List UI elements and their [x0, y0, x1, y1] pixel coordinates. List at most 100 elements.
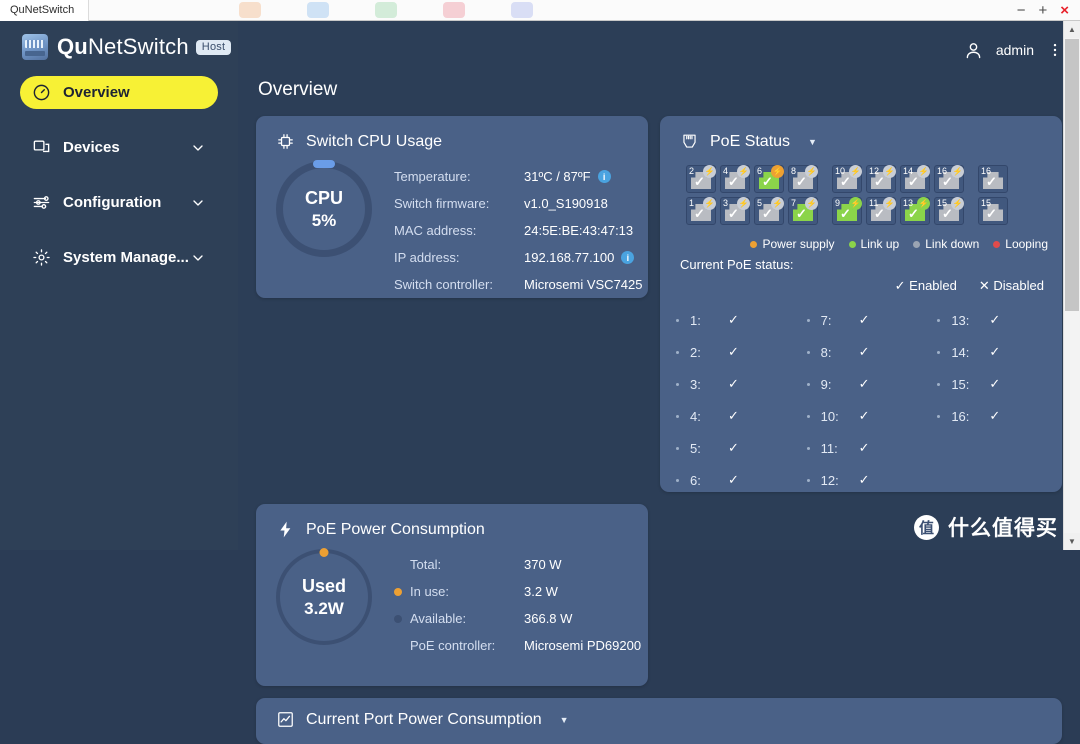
close-button[interactable]: × [1060, 3, 1069, 18]
poe-port-status-item: 11:✓ [805, 432, 932, 464]
poe-port-status-item: 2:✓ [674, 336, 801, 368]
browser-tab[interactable]: QuNetSwitch [0, 0, 89, 21]
info-key: Total: [394, 557, 524, 572]
info-row: IP address: 192.168.77.100 i [394, 244, 643, 271]
user-name[interactable]: admin [996, 42, 1034, 58]
info-row: Temperature: 31ºC / 87ºF i [394, 163, 643, 190]
port-tile[interactable]: 15✓⚡ [934, 197, 964, 225]
card-title: Current Port Power Consumption [306, 711, 542, 729]
sidebar-item-devices[interactable]: Devices [20, 131, 218, 164]
sidebar-item-label: Configuration [63, 194, 190, 211]
legend-item: Link down [913, 237, 979, 251]
info-key: Switch firmware: [394, 196, 524, 211]
scrollbar-thumb[interactable] [1065, 39, 1079, 311]
more-options-icon[interactable] [1046, 41, 1064, 59]
port-tile[interactable]: 7✓⚡ [788, 197, 818, 225]
disabled-key: ✕ Disabled [979, 278, 1044, 294]
bullet-dot [807, 447, 810, 450]
user-avatar-icon[interactable] [963, 40, 984, 61]
maximize-button[interactable]: + [1038, 3, 1047, 18]
port-tile[interactable]: 9✓⚡ [832, 197, 862, 225]
info-key: Available: [394, 611, 524, 626]
poe-bolt-icon: ⚡ [849, 197, 862, 210]
port-tile[interactable]: 11✓⚡ [866, 197, 896, 225]
legend-dot [750, 241, 757, 248]
poe-port-number: 12: [821, 473, 859, 488]
ghost-icon-2 [307, 2, 329, 18]
poe-status-card: PoE Status ▼ 2✓⚡4✓⚡6✓⚡8✓⚡1✓⚡3✓⚡5✓⚡7✓⚡ 10… [660, 116, 1062, 492]
check-icon: ✓ [840, 207, 851, 220]
poe-bolt-icon: ⚡ [703, 165, 716, 178]
bullet-dot [807, 479, 810, 482]
poe-port-number: 4: [690, 409, 728, 424]
poe-bolt-icon: ⚡ [883, 197, 896, 210]
poe-bolt-icon: ⚡ [951, 197, 964, 210]
topbar: admin [238, 21, 1080, 79]
legend-label: Link up [861, 237, 900, 251]
poe-port-status-item: 14:✓ [935, 336, 1062, 368]
chevron-down-icon[interactable] [190, 140, 206, 156]
info-row: PoE controller: Microsemi PD69200 [394, 632, 641, 659]
gauge-icon [32, 83, 54, 102]
check-icon: ✓ [728, 472, 739, 488]
ghost-icon-1 [239, 2, 261, 18]
window-controls[interactable]: − + × [1017, 3, 1080, 18]
port-tile[interactable]: 4✓⚡ [720, 165, 750, 193]
chevron-down-icon[interactable] [190, 250, 206, 266]
cpu-chip-icon [276, 132, 295, 151]
info-value-text: 192.168.77.100 [524, 250, 614, 265]
check-icon: ✓ [908, 207, 919, 220]
port-tile[interactable]: 12✓⚡ [866, 165, 896, 193]
port-tile[interactable]: 6✓⚡ [754, 165, 784, 193]
chevron-down-icon[interactable]: ▼ [560, 715, 569, 725]
page-scrollbar[interactable]: ▲ ▼ [1063, 21, 1080, 550]
port-tile[interactable]: 16✓⚡ [934, 165, 964, 193]
sidebar-item-label: Overview [63, 84, 206, 101]
enabled-key: ✓ Enabled [895, 278, 957, 294]
minimize-button[interactable]: − [1017, 3, 1026, 18]
port-tile[interactable]: 16✓ [978, 165, 1008, 193]
poe-port-status-item: 9:✓ [805, 368, 932, 400]
chevron-down-icon[interactable] [190, 195, 206, 211]
check-icon: ✓ [874, 175, 885, 188]
watermark-logo-icon: 值 [914, 515, 939, 540]
check-icon: ✓ [728, 312, 739, 328]
poe-bolt-icon: ⚡ [737, 197, 750, 210]
sidebar-item-configuration[interactable]: Configuration [20, 186, 218, 219]
port-tile[interactable]: 14✓⚡ [900, 165, 930, 193]
chevron-down-icon[interactable]: ▼ [808, 137, 817, 147]
info-key-text: In use: [410, 584, 449, 599]
poe-bolt-icon: ⚡ [805, 165, 818, 178]
port-tile[interactable]: 10✓⚡ [832, 165, 862, 193]
info-row: Switch controller: Microsemi VSC7425 [394, 271, 643, 298]
poe-bolt-icon: ⚡ [883, 165, 896, 178]
legend-dot [913, 241, 920, 248]
poe-port-number: 7: [821, 313, 859, 328]
sidebar-item-label: System Manage... [63, 249, 190, 266]
info-key-text: PoE controller: [410, 638, 495, 653]
cpu-gauge-label: CPU [305, 188, 343, 209]
port-tile[interactable]: 8✓⚡ [788, 165, 818, 193]
watermark: 值 什么值得买 [914, 512, 1058, 542]
port-tile[interactable]: 1✓⚡ [686, 197, 716, 225]
sidebar-item-overview[interactable]: Overview [20, 76, 218, 109]
sidebar-nav: Overview Devices [0, 76, 238, 274]
info-icon[interactable]: i [621, 251, 634, 264]
sidebar-item-system-management[interactable]: System Manage... [20, 241, 218, 274]
scroll-up-arrow-icon[interactable]: ▲ [1064, 21, 1080, 38]
info-row: MAC address: 24:5E:BE:43:47:13 [394, 217, 643, 244]
scroll-down-arrow-icon[interactable]: ▼ [1064, 533, 1080, 550]
bullet-dot [937, 319, 940, 322]
info-row: Available: 366.8 W [394, 605, 641, 632]
port-tile[interactable]: 15✓ [978, 197, 1008, 225]
check-icon: ✓ [989, 312, 1000, 328]
legend-label: Link down [925, 237, 979, 251]
port-tile[interactable]: 2✓⚡ [686, 165, 716, 193]
check-icon: ✓ [908, 175, 919, 188]
info-icon[interactable]: i [598, 170, 611, 183]
port-tile[interactable]: 13✓⚡ [900, 197, 930, 225]
port-tile[interactable]: 3✓⚡ [720, 197, 750, 225]
card-header: PoE Power Consumption [256, 504, 648, 539]
poe-bolt-icon: ⚡ [917, 165, 930, 178]
port-tile[interactable]: 5✓⚡ [754, 197, 784, 225]
